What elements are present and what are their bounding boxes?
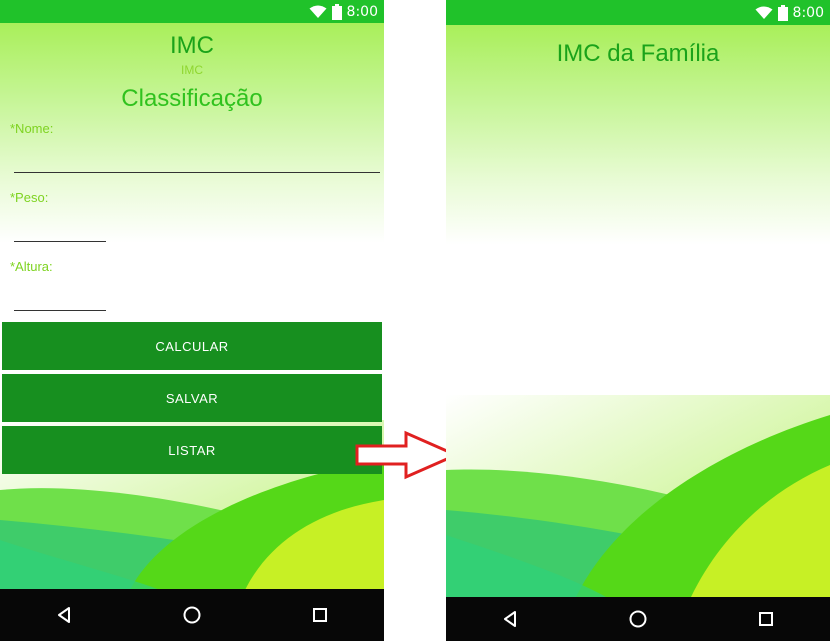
right-arrow-icon: [355, 430, 460, 480]
status-time: 8:00: [346, 3, 378, 20]
navigation-bar: [446, 597, 830, 641]
name-input[interactable]: [14, 145, 380, 173]
home-button[interactable]: [172, 595, 212, 635]
wifi-icon: [755, 6, 773, 19]
home-button[interactable]: [618, 599, 658, 639]
left-phone-screen: 8:00 IMC IMC Classificação *Nome: *Peso:…: [0, 0, 384, 641]
weight-input-underline: [14, 241, 106, 242]
right-phone-screen: 8:00 IMC da Família: [446, 0, 830, 641]
name-input-underline: [14, 172, 380, 173]
recents-button[interactable]: [300, 595, 340, 635]
save-button[interactable]: SALVAR: [2, 374, 382, 422]
height-input[interactable]: [14, 283, 106, 311]
background-waves: [446, 395, 830, 597]
status-bar: 8:00: [446, 0, 830, 25]
weight-label: *Peso:: [10, 190, 49, 205]
list-button[interactable]: LISTAR: [2, 426, 382, 474]
name-label: *Nome:: [10, 121, 54, 136]
back-icon: [58, 607, 70, 623]
navigation-bar: [0, 589, 384, 641]
recents-icon: [759, 612, 773, 626]
recents-button[interactable]: [746, 599, 786, 639]
back-icon: [504, 611, 516, 627]
calculate-button[interactable]: CALCULAR: [2, 322, 382, 370]
status-bar: 8:00: [0, 0, 384, 23]
home-icon: [629, 610, 647, 628]
height-label: *Altura:: [10, 259, 53, 274]
home-icon: [183, 606, 201, 624]
app-subtitle: IMC: [181, 63, 203, 77]
classification-heading: Classificação: [121, 85, 263, 112]
back-button[interactable]: [44, 595, 84, 635]
height-input-underline: [14, 310, 106, 311]
app-title: IMC: [170, 32, 214, 59]
weight-input[interactable]: [14, 214, 106, 242]
battery-icon: [331, 3, 342, 20]
battery-icon: [777, 4, 788, 21]
status-time: 8:00: [792, 4, 824, 21]
back-button[interactable]: [490, 599, 530, 639]
wifi-icon: [309, 5, 327, 18]
recents-icon: [313, 608, 327, 622]
family-bmi-title: IMC da Família: [556, 40, 720, 67]
